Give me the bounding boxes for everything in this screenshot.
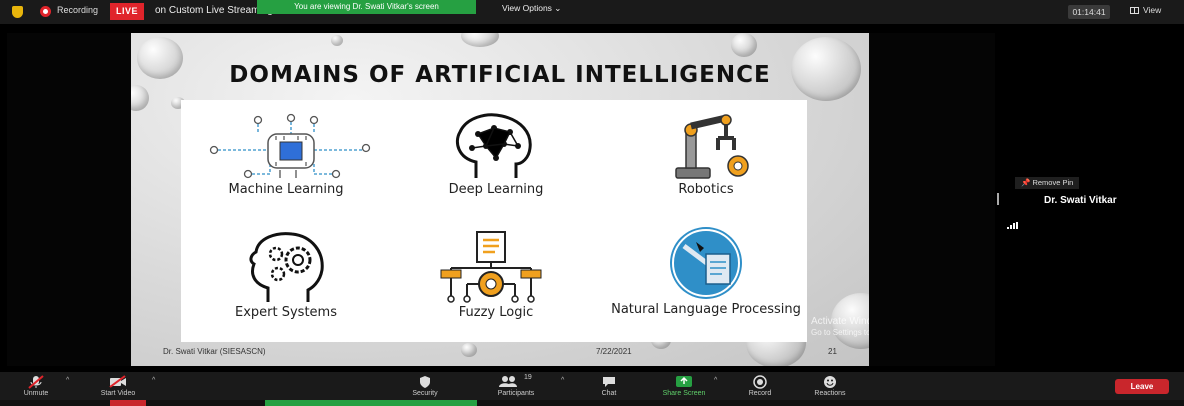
activate-windows-watermark: Activate Windows Go to Settings to activ… xyxy=(811,316,869,338)
participants-label: Participants xyxy=(497,390,535,397)
domain-label: Robotics xyxy=(678,182,734,197)
head-gears-icon xyxy=(249,232,324,302)
participants-options-chevron-icon[interactable]: ^ xyxy=(561,377,564,384)
start-video-label: Start Video xyxy=(100,390,136,397)
brain-network-icon xyxy=(455,113,532,178)
unmute-button[interactable]: Unmute xyxy=(14,372,58,400)
recording-label: Recording xyxy=(57,5,99,15)
live-badge[interactable]: LIVE xyxy=(110,3,144,20)
remove-pin-button[interactable]: 📌 Remove Pin xyxy=(1015,177,1080,189)
water-drop-decoration xyxy=(731,33,757,57)
watermark-subtitle: Go to Settings to activate Windows. xyxy=(811,328,869,337)
share-screen-icon xyxy=(676,376,692,387)
chat-button[interactable]: Chat xyxy=(592,372,626,400)
leave-button[interactable]: Leave xyxy=(1115,379,1169,394)
record-label: Record xyxy=(748,390,772,397)
slide-footer-page: 21 xyxy=(828,347,837,356)
viewing-screen-banner: You are viewing Dr. Swati Vitkar's scree… xyxy=(257,0,476,14)
domain-label: Natural Language Processing xyxy=(611,302,801,317)
connection-signal-icon xyxy=(1007,222,1019,229)
chip-circuit-icon xyxy=(209,113,371,179)
security-button[interactable]: Security xyxy=(402,372,448,400)
muted-microphone-icon xyxy=(28,375,44,389)
speaker-name: Dr. Swati Vitkar xyxy=(1044,195,1117,206)
video-options-chevron-icon[interactable]: ^ xyxy=(152,377,155,384)
view-label: View xyxy=(1143,5,1162,15)
domain-natural-language-processing: Natural Language Processing xyxy=(611,224,801,317)
reactions-smiley-icon xyxy=(824,376,836,388)
domain-label: Machine Learning xyxy=(228,182,344,197)
slide-title: DOMAINS OF ARTIFICIAL INTELLIGENCE xyxy=(229,62,771,88)
water-drop-decoration xyxy=(461,343,477,357)
pin-icon: 📌 xyxy=(1021,178,1031,187)
view-options-button[interactable]: View Options ⌄ xyxy=(502,3,561,14)
domain-expert-systems: Expert Systems xyxy=(191,230,381,320)
robot-arm-icon xyxy=(675,114,749,179)
domain-fuzzy-logic: Fuzzy Logic xyxy=(401,230,591,320)
unmute-label: Unmute xyxy=(23,390,49,397)
remove-pin-label: Remove Pin xyxy=(1032,178,1074,187)
domain-deep-learning: Deep Learning xyxy=(401,112,591,197)
chat-bubble-icon xyxy=(603,377,615,387)
record-button[interactable]: Record xyxy=(738,372,782,400)
domain-label: Fuzzy Logic xyxy=(458,305,534,320)
duplicated-top-bar-strip xyxy=(0,400,1184,406)
grid-view-icon xyxy=(1130,7,1139,14)
domains-grid: Machine Learning Deep Learning Robotics … xyxy=(181,100,807,342)
view-button[interactable]: View xyxy=(1130,5,1161,15)
recording-icon xyxy=(40,6,51,17)
security-shield-icon xyxy=(420,376,430,388)
presentation-slide: DOMAINS OF ARTIFICIAL INTELLIGENCE Machi… xyxy=(131,33,869,366)
start-video-button[interactable]: Start Video xyxy=(92,372,144,400)
participants-button[interactable]: 19 Participants xyxy=(486,372,546,400)
strip-green-segment xyxy=(265,400,477,406)
participants-icon xyxy=(499,376,517,387)
domain-label: Deep Learning xyxy=(448,182,544,197)
domain-label: Expert Systems xyxy=(235,305,337,320)
reactions-button[interactable]: Reactions xyxy=(804,372,856,400)
video-off-icon xyxy=(109,375,126,388)
strip-red-segment xyxy=(110,400,146,406)
water-drop-decoration xyxy=(461,33,499,47)
share-options-chevron-icon[interactable]: ^ xyxy=(714,377,717,384)
water-drop-decoration xyxy=(331,35,343,46)
slide-footer-presenter: Dr. Swati Vitkar (SIESASCN) xyxy=(163,347,266,356)
security-label: Security xyxy=(412,390,438,397)
water-drop-decoration xyxy=(131,85,149,111)
record-icon xyxy=(753,375,767,389)
share-screen-label: Share Screen xyxy=(662,390,706,397)
panel-resize-handle[interactable] xyxy=(997,193,999,205)
domain-machine-learning: Machine Learning xyxy=(191,112,381,197)
flow-gear-icon xyxy=(440,231,542,303)
chat-label: Chat xyxy=(601,390,617,397)
meeting-top-bar: Recording LIVE on Custom Live Streaming … xyxy=(0,0,1184,24)
meeting-timer: 01:14:41 xyxy=(1068,5,1110,19)
document-tools-icon xyxy=(670,227,742,299)
slide-footer-date: 7/22/2021 xyxy=(596,347,632,356)
share-screen-button[interactable]: Share Screen xyxy=(650,372,718,400)
domain-robotics: Robotics xyxy=(611,112,801,197)
security-shield-icon[interactable] xyxy=(12,6,23,18)
reactions-label: Reactions xyxy=(814,390,846,397)
watermark-title: Activate Windows xyxy=(811,316,869,327)
participants-count: 19 xyxy=(524,374,532,381)
meeting-toolbar: Unmute ^ Start Video ^ Security 19 Parti… xyxy=(0,372,1184,400)
audio-options-chevron-icon[interactable]: ^ xyxy=(66,377,69,384)
